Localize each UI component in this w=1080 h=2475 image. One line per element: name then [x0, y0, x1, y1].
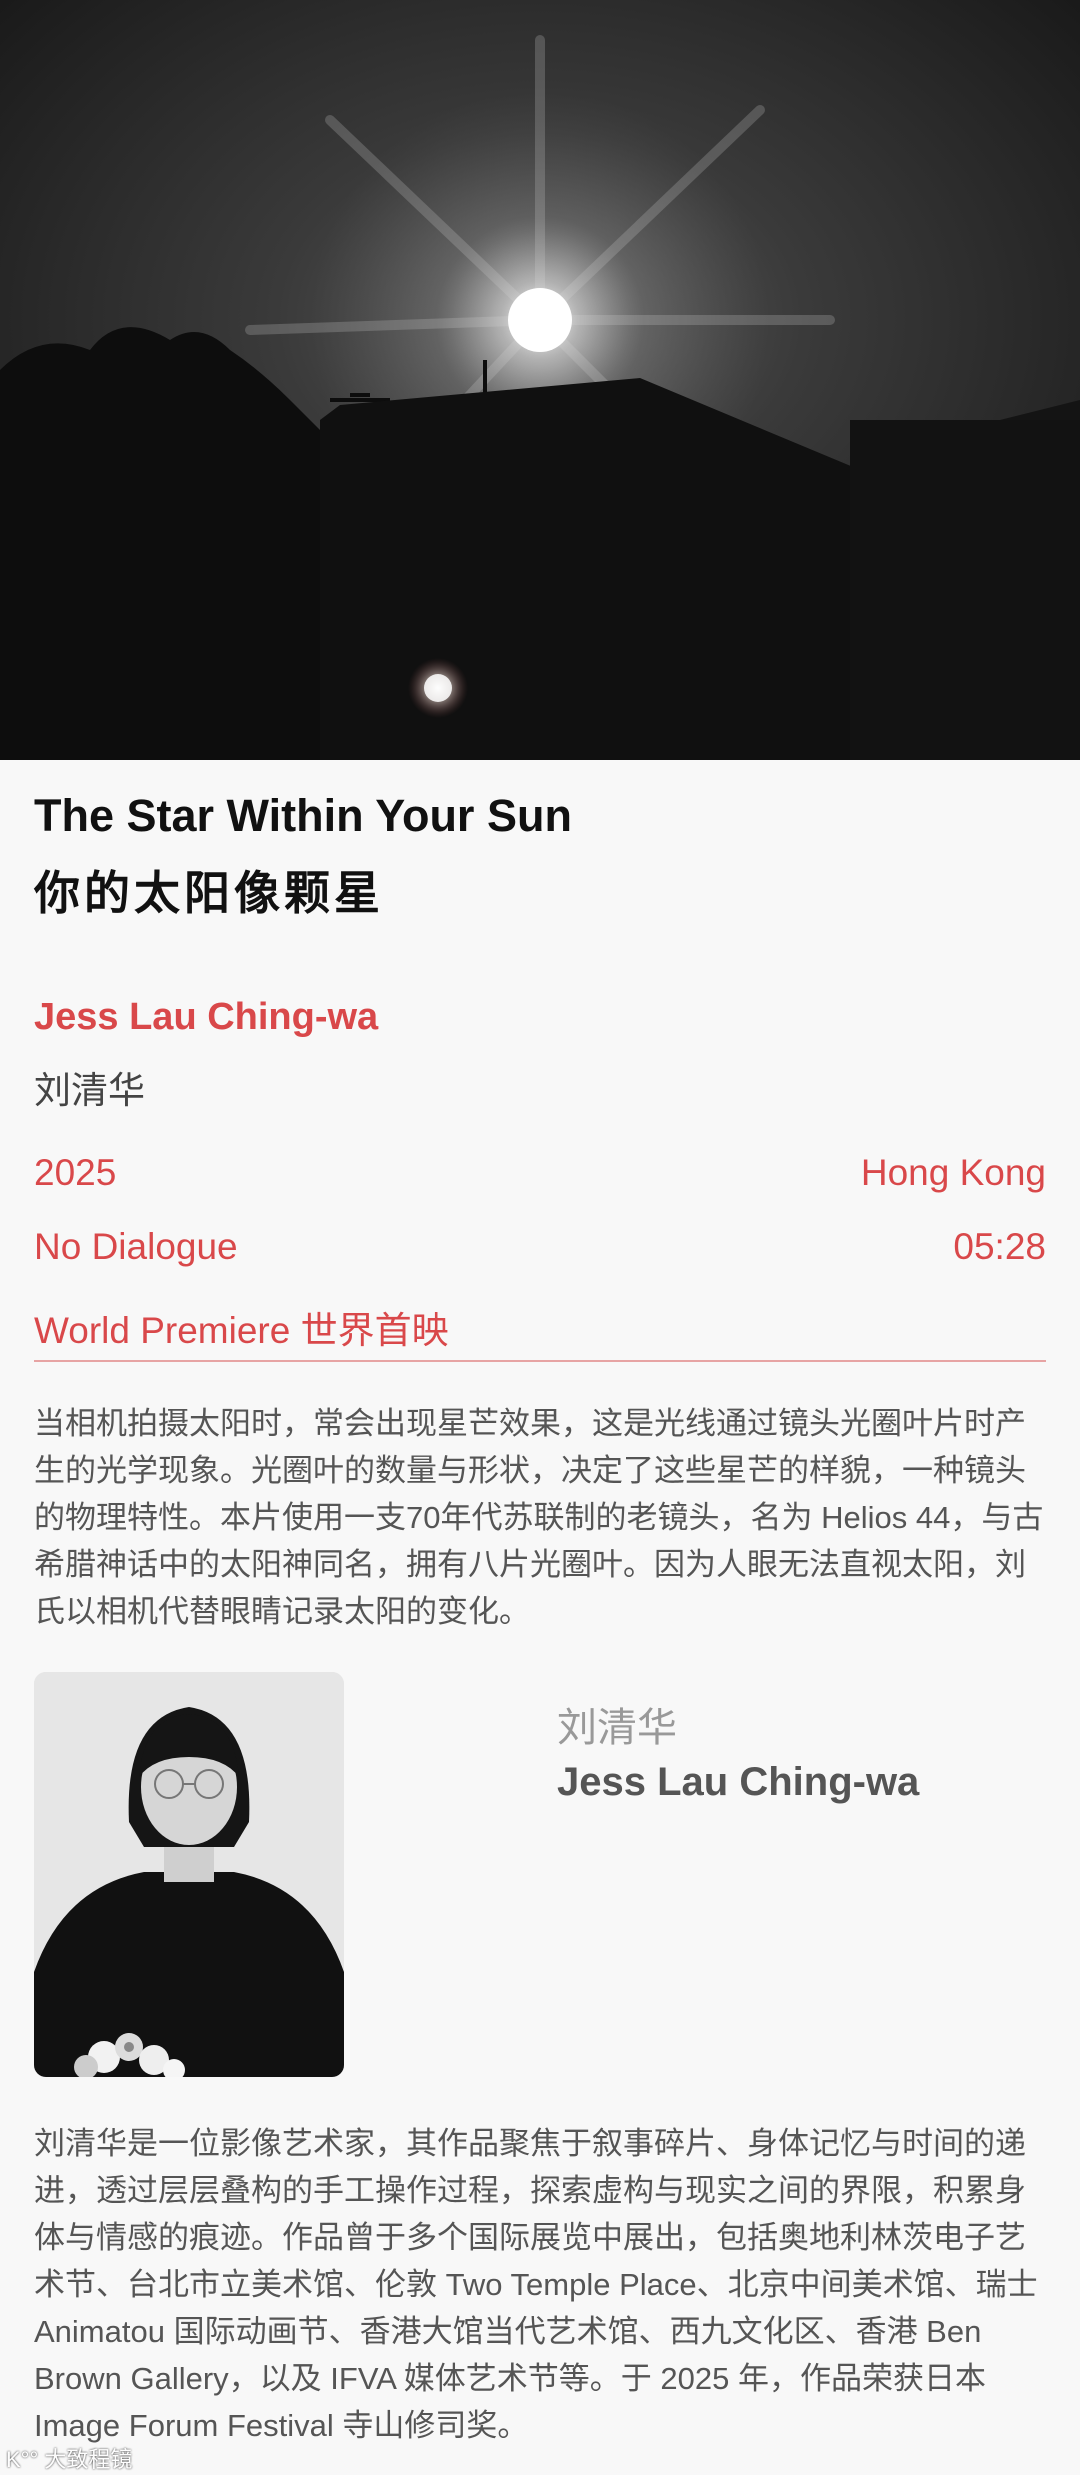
film-premiere: World Premiere 世界首映 [34, 1310, 449, 1351]
film-dialogue: No Dialogue [34, 1226, 238, 1267]
film-location: Hong Kong [860, 1152, 1046, 1193]
director-bio: 刘清华是一位影像艺术家，其作品聚焦于叙事碎片、身体记忆与时间的递进，透过层层叠构… [34, 2126, 1038, 2443]
film-title-en: The Star Within Your Sun [34, 790, 572, 841]
film-title-zh: 你的太阳像颗星 [34, 867, 384, 919]
director-portrait [34, 1672, 344, 2077]
watermark-logo: K°° 大致程镜 [6, 2447, 133, 2472]
film-still-image [0, 0, 1080, 760]
meta-row-dialogue-duration: No Dialogue 05:28 [34, 1226, 1046, 1268]
director-name-en[interactable]: Jess Lau Ching-wa [34, 996, 378, 1039]
profile-name-zh: 刘清华 [557, 1706, 677, 1750]
director-name-zh: 刘清华 [34, 1070, 145, 1111]
film-synopsis: 当相机拍摄太阳时，常会出现星芒效果，这是光线通过镜头光圈叶片时产生的光学现象。光… [34, 1406, 1044, 1629]
meta-row-year-location: 2025 Hong Kong [34, 1152, 1046, 1194]
film-duration: 05:28 [953, 1226, 1046, 1267]
profile-name-en: Jess Lau Ching-wa [557, 1760, 920, 1804]
film-year: 2025 [34, 1152, 117, 1193]
divider [34, 1360, 1046, 1362]
